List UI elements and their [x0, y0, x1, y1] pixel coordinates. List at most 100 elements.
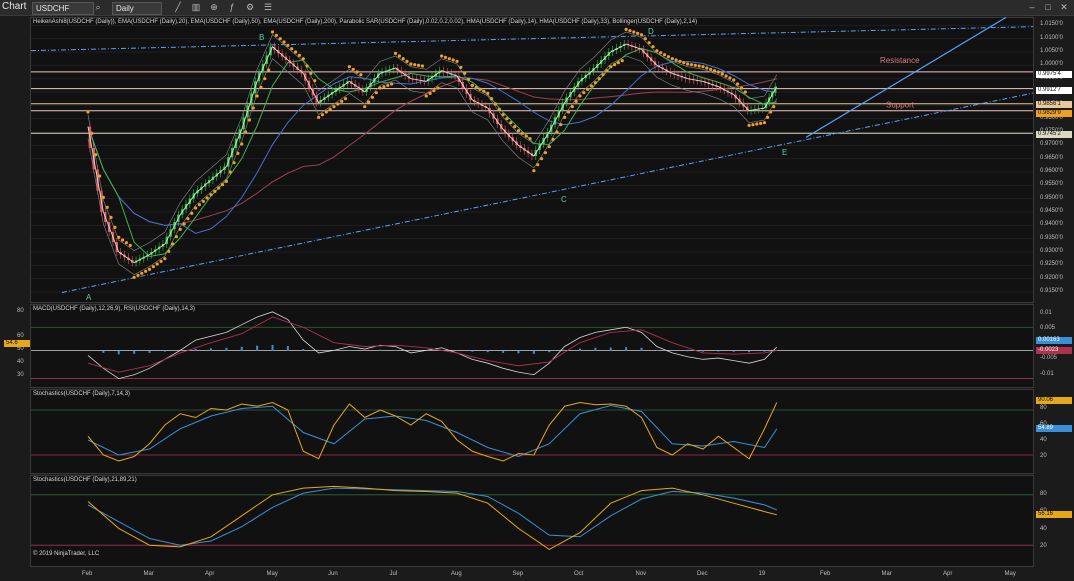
parabolic-sar-dot [313, 79, 317, 83]
parabolic-sar-dot [743, 90, 747, 94]
parabolic-sar-dot [674, 58, 678, 62]
parabolic-sar-dot [747, 123, 751, 127]
parabolic-sar-dot [455, 59, 459, 63]
macd-histogram-bar [117, 350, 120, 355]
parabolic-sar-dot [120, 238, 125, 242]
parabolic-sar-dot [639, 33, 644, 37]
macd-histogram-bar [271, 344, 274, 351]
date-axis-label: Mar [143, 571, 154, 577]
date-axis-label: Apr [205, 571, 215, 577]
date-axis-label: May [266, 571, 278, 577]
parabolic-sar-dot [347, 65, 351, 69]
parabolic-sar-dot [290, 47, 294, 51]
parabolic-sar-dot [336, 102, 340, 106]
parabolic-sar-dot [666, 55, 671, 59]
parabolic-sar-dot [247, 118, 252, 122]
parabolic-sar-dot [765, 115, 770, 119]
rsi-line [87, 311, 778, 380]
parabolic-sar-dot [551, 137, 555, 141]
parabolic-sar-dot [374, 91, 378, 95]
parabolic-sar-dot [270, 30, 275, 34]
macd-histogram-bar [256, 345, 259, 351]
parabolic-sar-dot [432, 89, 436, 93]
parabolic-sar-dot [397, 54, 401, 58]
parabolic-sar-dot [213, 189, 217, 193]
parabolic-sar-dot [117, 235, 121, 239]
macd-histogram-bar [763, 350, 766, 352]
macd-histogram-bar [302, 348, 305, 351]
parabolic-sar-dot [493, 102, 498, 106]
parabolic-sar-dot [340, 99, 344, 103]
parabolic-sar-dot [563, 115, 567, 119]
parabolic-sar-dot [393, 51, 398, 55]
price-tick-label: 0.9400'0 [1040, 221, 1063, 228]
parabolic-sar-dot [228, 170, 232, 174]
parabolic-sar-dot [566, 110, 571, 114]
macd-histogram-bar [625, 347, 628, 351]
stoch-slow-k-line [87, 485, 777, 550]
macd-histogram-bar [486, 350, 489, 353]
parabolic-sar-dot [662, 53, 667, 57]
macd-tick: 0.01 [1040, 310, 1052, 316]
macd-histogram-bar [87, 350, 89, 352]
parabolic-sar-dot [735, 82, 740, 86]
price-tag-support: 0.9856'1 [1036, 101, 1072, 108]
parabolic-sar-dot [243, 130, 248, 134]
macd-tick: -0.005 [1040, 355, 1058, 361]
parabolic-sar-dot [570, 105, 574, 109]
parabolic-sar-dot [386, 83, 390, 87]
date-axis-label: Jul [389, 571, 398, 577]
macd-histogram-bar [532, 350, 535, 354]
parabolic-sar-dot [320, 113, 325, 117]
parabolic-sar-dot [136, 273, 140, 277]
parabolic-sar-dot [370, 95, 375, 99]
parabolic-sar-dot [194, 206, 198, 210]
macd-histogram-bar [163, 350, 166, 352]
price-tag-sar: 0.9829'9 [1036, 110, 1072, 117]
stoch-fast-tick: 20 [1040, 453, 1047, 459]
macd-signal-line [87, 316, 777, 373]
parabolic-sar-dot [689, 63, 694, 67]
date-axis-label: Sep [512, 571, 524, 577]
parabolic-sar-dot [109, 215, 113, 219]
parabolic-sar-dot [593, 81, 597, 85]
parabolic-sar-dot [705, 66, 709, 70]
parabolic-sar-dot [513, 125, 517, 129]
parabolic-sar-dot [443, 55, 448, 59]
macd-histogram-bar [579, 348, 581, 351]
parabolic-sar-dot [643, 37, 647, 41]
parabolic-sar-dot [659, 51, 663, 55]
parabolic-sar-dot [701, 65, 705, 69]
parabolic-sar-dot [355, 70, 359, 74]
parabolic-sar-dot [317, 115, 321, 119]
parabolic-sar-dot [147, 267, 152, 271]
parabolic-sar-dot [555, 130, 559, 134]
parabolic-sar-dot [547, 145, 551, 149]
parabolic-sar-dot [428, 91, 432, 95]
parabolic-sar-dot [497, 107, 501, 111]
parabolic-sar-dot [447, 57, 451, 61]
stoch-fast-d-line [87, 404, 778, 458]
parabolic-sar-dot [274, 33, 278, 37]
macd-tick: -0.01 [1040, 371, 1054, 377]
parabolic-sar-dot [597, 77, 601, 81]
parabolic-sar-dot [620, 59, 624, 63]
parabolic-sar-dot [724, 74, 728, 78]
parabolic-sar-dot [101, 195, 105, 199]
price-tick-label: 0.9450'0 [1040, 208, 1063, 214]
price-tag-last: 0.9912'7 [1036, 87, 1072, 94]
price-tick-label: 0.9700'0 [1040, 141, 1063, 148]
parabolic-sar-dot [709, 67, 713, 71]
parabolic-sar-dot [543, 151, 548, 155]
parabolic-sar-dot [205, 196, 209, 200]
parabolic-sar-dot [463, 71, 467, 75]
stoch-slow-d-line [87, 487, 777, 546]
wave-label-a: A [86, 293, 92, 302]
date-axis-label: Mar [881, 571, 892, 577]
macd-histogram-bar [225, 347, 228, 351]
parabolic-sar-dot [720, 72, 724, 76]
parabolic-sar-dot [616, 61, 621, 65]
parabolic-sar-dot [632, 30, 636, 34]
parabolic-sar-dot [466, 77, 471, 81]
parabolic-sar-dot [217, 186, 221, 190]
